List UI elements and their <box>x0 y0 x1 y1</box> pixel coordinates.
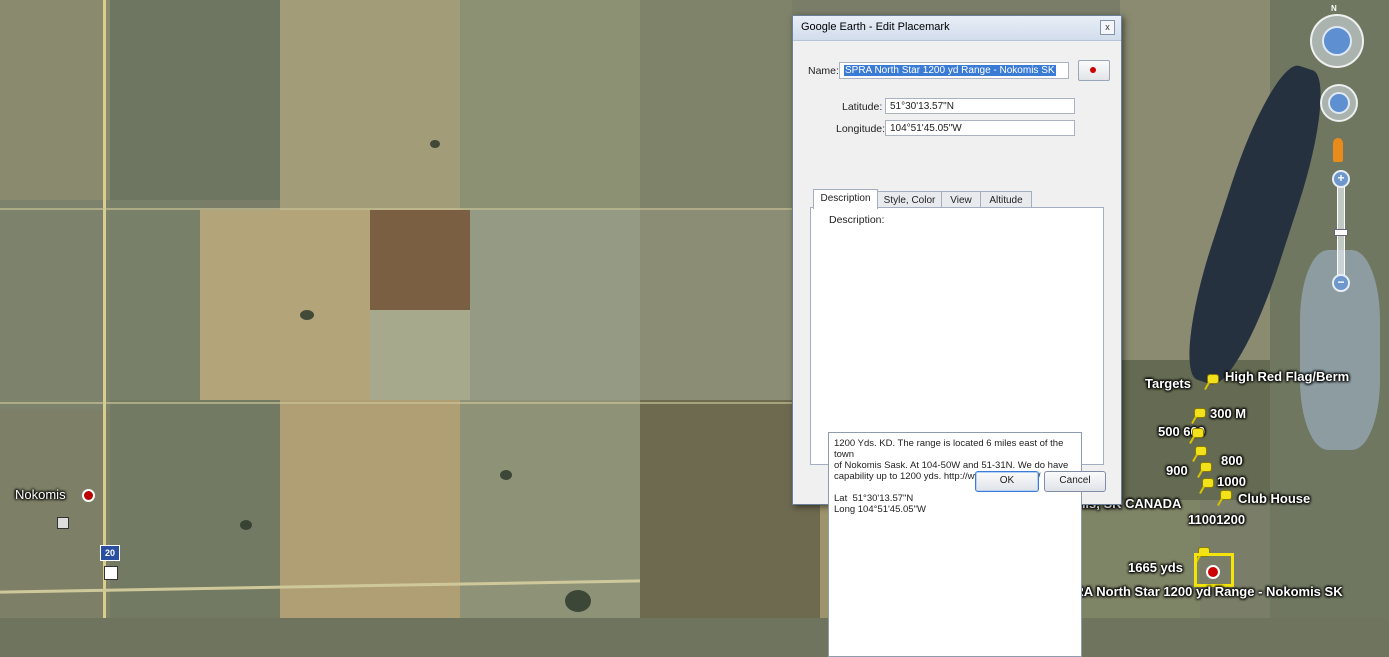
field-patch <box>370 210 470 310</box>
field-patch <box>200 210 370 400</box>
label-club-house[interactable]: Club House <box>1238 491 1310 506</box>
town-label[interactable]: Nokomis <box>15 487 66 502</box>
field-patch <box>470 210 640 400</box>
name-label: Name: <box>808 65 839 77</box>
pushpin-icon[interactable] <box>1191 408 1206 424</box>
poi-icon <box>104 566 118 580</box>
placemark-icon-button[interactable] <box>1078 60 1110 81</box>
tab-description[interactable]: Description <box>813 189 878 209</box>
description-panel: Description: 1200 Yds. KD. The range is … <box>810 207 1104 657</box>
field-patch <box>110 200 200 400</box>
longitude-input[interactable]: 104°51'45.05"W <box>885 120 1075 136</box>
pond <box>430 140 440 148</box>
latitude-label: Latitude: <box>842 101 883 113</box>
close-button[interactable]: x <box>1100 20 1115 35</box>
placemark-icon[interactable] <box>1206 565 1220 579</box>
poi-icon <box>57 517 69 529</box>
pushpin-icon[interactable] <box>1189 428 1204 444</box>
description-label: Description: <box>829 214 885 226</box>
label-300m[interactable]: 300 M <box>1210 406 1246 421</box>
cancel-button[interactable]: Cancel <box>1044 471 1106 492</box>
move-joystick[interactable] <box>1328 92 1350 114</box>
label-1000[interactable]: 1000 <box>1217 474 1246 489</box>
zoom-in-button[interactable]: + <box>1332 170 1350 188</box>
description-textarea[interactable]: 1200 Yds. KD. The range is located 6 mil… <box>828 432 1082 657</box>
field-patch <box>640 210 792 400</box>
label-900[interactable]: 900 <box>1166 463 1188 478</box>
highway-shield: 20 <box>100 545 120 561</box>
zoom-out-button[interactable]: − <box>1332 274 1350 292</box>
compass-north-label: N <box>1331 4 1337 13</box>
road <box>0 208 792 210</box>
label-placemark[interactable]: SPRA North Star 1200 yd Range - Nokomis … <box>1057 584 1343 599</box>
field-patch <box>110 0 280 200</box>
field-patch <box>460 400 640 618</box>
placemark-dot-icon <box>1090 67 1096 73</box>
road <box>0 402 792 404</box>
name-input[interactable]: SPRA North Star 1200 yd Range - Nokomis … <box>839 62 1069 79</box>
dialog-title: Google Earth - Edit Placemark <box>801 21 950 33</box>
latitude-input[interactable]: 51°30'13.57"N <box>885 98 1075 114</box>
pushpin-icon[interactable] <box>1199 478 1214 494</box>
longitude-label: Longitude: <box>836 123 886 135</box>
look-joystick[interactable] <box>1322 26 1352 56</box>
name-input-value: SPRA North Star 1200 yd Range - Nokomis … <box>844 65 1056 76</box>
label-targets[interactable]: Targets <box>1145 376 1191 391</box>
dialog-titlebar[interactable]: Google Earth - Edit Placemark x <box>793 16 1121 41</box>
field-patch <box>460 0 640 210</box>
street-view-pegman-icon[interactable] <box>1333 138 1343 162</box>
ok-button[interactable]: OK <box>975 471 1039 492</box>
pushpin-icon[interactable] <box>1204 374 1219 390</box>
field-patch <box>280 0 460 210</box>
pond <box>565 590 591 612</box>
pond <box>300 310 314 320</box>
pond <box>240 520 252 530</box>
pond <box>500 470 512 480</box>
field-patch <box>640 0 792 210</box>
pushpin-icon[interactable] <box>1217 490 1232 506</box>
pushpin-icon[interactable] <box>1192 446 1207 462</box>
field-patch <box>370 310 470 400</box>
pushpin-icon[interactable] <box>1197 462 1212 478</box>
field-patch <box>0 0 110 200</box>
label-1665[interactable]: 1665 yds <box>1128 560 1183 575</box>
label-800[interactable]: 800 <box>1221 453 1243 468</box>
label-1100-1200[interactable]: 11001200 <box>1188 512 1245 527</box>
highway <box>103 0 106 618</box>
label-berm[interactable]: High Red Flag/Berm <box>1225 369 1349 384</box>
edit-placemark-dialog: Google Earth - Edit Placemark x Name: SP… <box>792 15 1122 657</box>
town-marker[interactable] <box>82 489 95 502</box>
field-patch <box>0 200 110 410</box>
satellite-map-view[interactable]: Nokomis 20 Targets High Red Flag/Berm 30… <box>0 0 1389 618</box>
field-patch <box>0 410 110 618</box>
zoom-slider-thumb[interactable] <box>1334 229 1348 236</box>
